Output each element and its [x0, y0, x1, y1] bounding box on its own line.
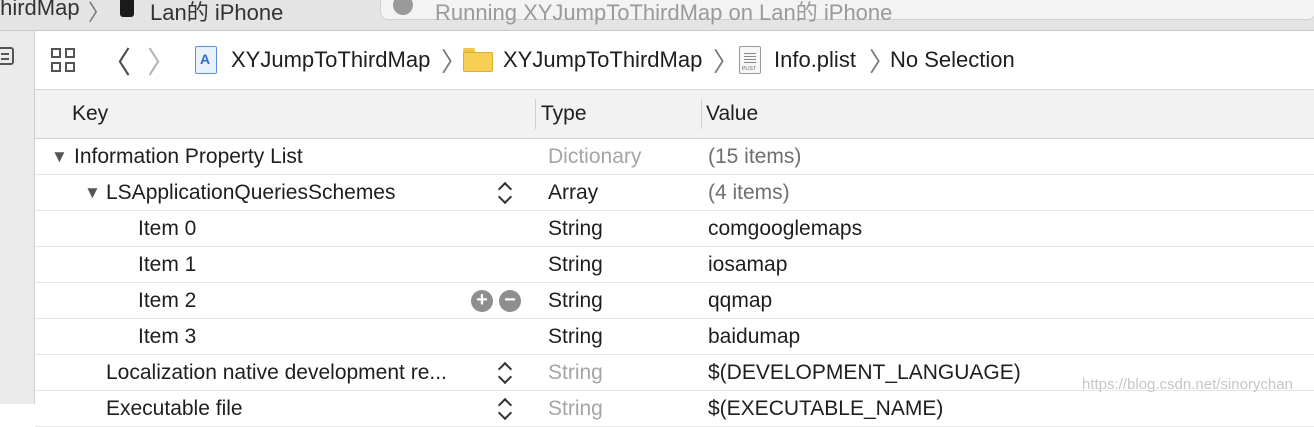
row-type: String: [548, 217, 603, 240]
activity-spinner-icon: [393, 0, 413, 15]
type-stepper-icon[interactable]: [497, 396, 513, 422]
table-row[interactable]: Item 2 + − String qqmap: [35, 283, 1314, 319]
breadcrumb-label: XYJumpToThirdMap: [231, 47, 431, 72]
grid-cell-icon: [51, 48, 61, 58]
breadcrumb-selection[interactable]: No Selection: [890, 31, 1015, 89]
row-key: Item 3: [138, 325, 197, 348]
tab-activity[interactable]: Running XYJumpToThirdMap on Lan的 iPhone: [380, 0, 1314, 25]
add-row-icon[interactable]: +: [471, 290, 493, 312]
table-row[interactable]: ▼ LSApplicationQueriesSchemes Array (4 i…: [35, 175, 1314, 211]
scheme-label: thirdMap: [0, 0, 80, 20]
row-type: String: [548, 397, 603, 420]
row-value[interactable]: qqmap: [708, 283, 772, 319]
chevron-right-icon: 〉: [147, 47, 177, 80]
grid-cell-icon: [65, 62, 75, 72]
table-row[interactable]: Item 0 String comgooglemaps: [35, 211, 1314, 247]
table-row[interactable]: Executable file String $(EXECUTABLE_NAME…: [35, 391, 1314, 427]
disclosure-triangle-down-icon[interactable]: ▼: [51, 139, 68, 175]
grid-cell-icon: [51, 62, 61, 72]
watermark: https://blog.csdn.net/sinorychan: [1082, 376, 1293, 393]
row-key: Information Property List: [74, 145, 303, 168]
breadcrumb-label: XYJumpToThirdMap: [503, 47, 703, 72]
row-type: String: [548, 253, 603, 276]
row-value: (4 items): [708, 181, 790, 204]
folder-icon: [463, 48, 493, 72]
chevron-left-icon: 〈: [101, 47, 131, 80]
row-key: Executable file: [106, 397, 243, 420]
tab-scheme[interactable]: thirdMap 〉 Lan的 iPhone: [0, 0, 318, 25]
breadcrumb-file[interactable]: Info.plist: [739, 31, 856, 89]
column-header-key[interactable]: Key: [72, 90, 108, 138]
row-key: Item 0: [138, 217, 197, 240]
iphone-icon: [120, 0, 134, 17]
remove-row-icon[interactable]: −: [499, 290, 521, 312]
row-value[interactable]: iosamap: [708, 247, 787, 283]
row-type: String: [548, 289, 603, 312]
device-label: Lan的 iPhone: [150, 0, 284, 25]
list-icon[interactable]: [0, 47, 14, 65]
type-stepper-icon[interactable]: [497, 360, 513, 386]
breadcrumb-project[interactable]: XYJumpToThirdMap: [195, 31, 430, 89]
disclosure-triangle-down-icon[interactable]: ▼: [84, 175, 101, 211]
breadcrumb-folder[interactable]: XYJumpToThirdMap: [463, 31, 702, 89]
related-items-grid-icon[interactable]: [51, 31, 79, 89]
breadcrumb-label: Info.plist: [774, 47, 856, 72]
activity-status-text: Running XYJumpToThirdMap on Lan的 iPhone: [435, 0, 893, 25]
column-header-type[interactable]: Type: [541, 90, 587, 138]
forward-button[interactable]: 〉: [147, 31, 177, 89]
plist-table-header: Key Type Value: [35, 90, 1314, 139]
breadcrumb-separator-icon: 〉: [713, 46, 740, 77]
column-header-value[interactable]: Value: [706, 90, 758, 138]
table-row[interactable]: Item 3 String baidumap: [35, 319, 1314, 355]
row-value[interactable]: $(DEVELOPMENT_LANGUAGE): [708, 355, 1021, 391]
back-button[interactable]: 〈: [101, 31, 131, 89]
tab-bar: thirdMap 〉 Lan的 iPhone Running XYJumpToT…: [0, 0, 1314, 31]
row-key: Item 1: [138, 253, 197, 276]
grid-cell-icon: [65, 48, 75, 58]
navigator-gutter: [0, 31, 35, 404]
row-key: Item 2: [138, 289, 197, 312]
row-value: (15 items): [708, 145, 802, 168]
table-row[interactable]: Item 1 String iosamap: [35, 247, 1314, 283]
row-key: Localization native development re...: [106, 361, 447, 384]
row-key: LSApplicationQueriesSchemes: [106, 181, 396, 204]
row-value[interactable]: $(EXECUTABLE_NAME): [708, 391, 943, 427]
row-value[interactable]: baidumap: [708, 319, 800, 355]
row-type: String: [548, 361, 603, 384]
row-value[interactable]: comgooglemaps: [708, 211, 862, 247]
project-icon: [195, 46, 217, 74]
row-type: Dictionary: [548, 145, 642, 168]
plist-file-icon: [739, 46, 761, 74]
row-type: Array: [548, 181, 599, 204]
row-type: String: [548, 325, 603, 348]
jump-bar: 〈 〉 XYJumpToThirdMap 〉 XYJumpToThirdMap …: [35, 31, 1314, 90]
type-stepper-icon[interactable]: [497, 180, 513, 206]
column-divider: [535, 99, 536, 129]
breadcrumb-label: No Selection: [890, 47, 1015, 72]
chevron-right-icon: 〉: [88, 0, 111, 25]
column-divider: [701, 99, 702, 129]
table-row[interactable]: ▼ Information Property List Dictionary (…: [35, 139, 1314, 175]
